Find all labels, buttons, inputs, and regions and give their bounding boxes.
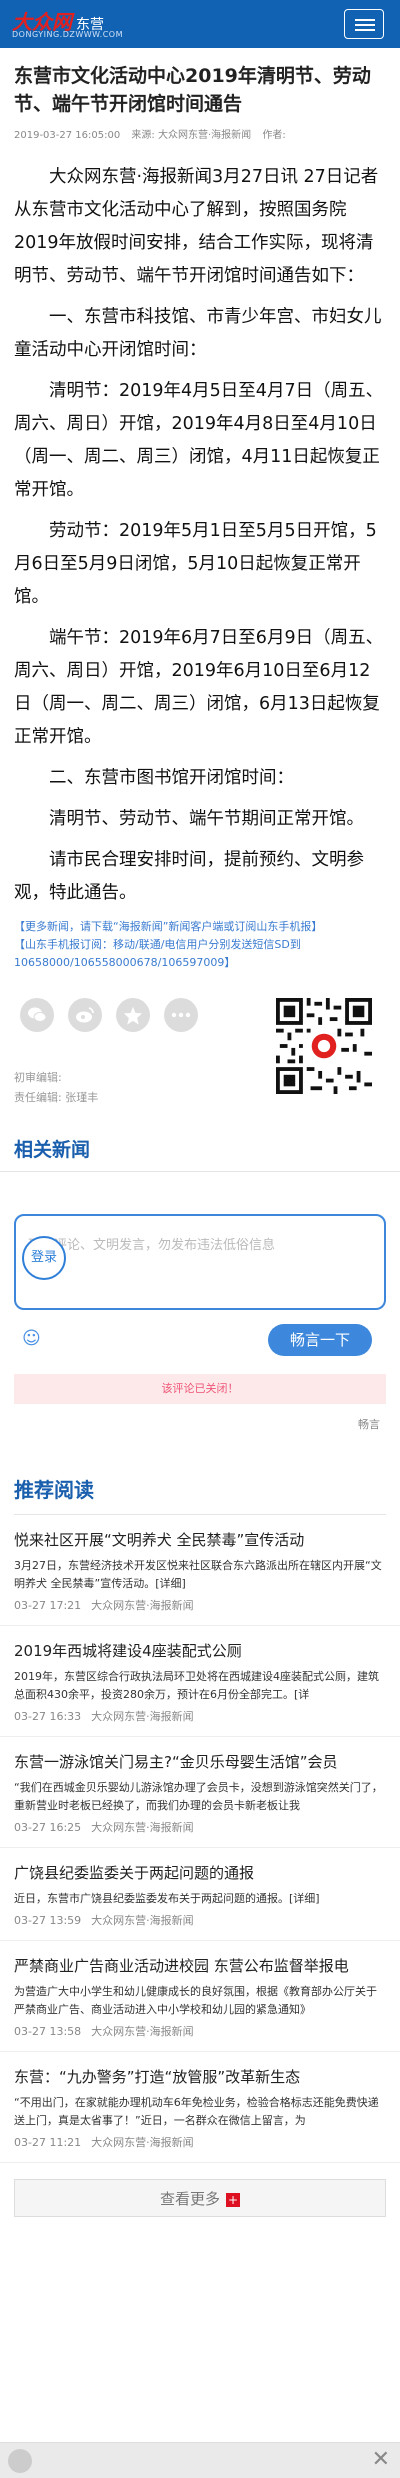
list-item[interactable]: 2019年西城将建设4座装配式公厕 2019年，东营区综合行政执法局环卫处将在西… bbox=[0, 1626, 400, 1737]
close-icon[interactable]: ✕ bbox=[372, 2447, 390, 2472]
article-paragraph: 端午节：2019年6月7日至6月9日（周五、周六、周日）开馆，2019年6月10… bbox=[14, 628, 384, 747]
list-item-meta: 03-27 11:21 大众网东营·海报新闻 bbox=[14, 2134, 386, 2150]
article-paragraph: 请市民合理安排时间，提前预约、文明参观，特此通告。 bbox=[14, 850, 364, 903]
list-item-title[interactable]: 2019年西城将建设4座装配式公厕 bbox=[14, 1640, 386, 1662]
menu-icon-bar bbox=[355, 24, 375, 26]
top-bar: 大众网 东营 DONGYING.DZWWW.COM bbox=[0, 0, 400, 48]
app-icon bbox=[8, 2449, 32, 2473]
article-meta: 2019-03-27 16:05:00 来源: 大众网东营·海报新闻 作者: bbox=[14, 126, 386, 141]
recommend-list: 悦来社区开展“文明养犬 全民禁毒”宣传活动 3月27日，东营经济技术开发区悦来社… bbox=[0, 1515, 400, 2163]
article-paragraph: 劳动节：2019年5月1日至5月5日开馆，5月6日至5月9日闭馆，5月10日起恢… bbox=[14, 521, 377, 607]
list-item-title[interactable]: 悦来社区开展“文明养犬 全民禁毒”宣传活动 bbox=[14, 1529, 386, 1551]
list-item-date: 03-27 13:59 bbox=[14, 1914, 82, 1927]
article-source: 来源: 大众网东营·海报新闻 bbox=[131, 130, 252, 141]
list-item-desc: 为营造广大中小学生和幼儿健康成长的良好氛围，根据《教育部办公厅关于严禁商业广告、… bbox=[14, 1983, 386, 2019]
article-title: 东营市文化活动中心2019年清明节、劳动节、端午节开闭馆时间通告 bbox=[14, 65, 371, 115]
plus-icon: + bbox=[226, 2192, 240, 2207]
sms-subscribe-info: 【山东手机报订阅：移动/联通/电信用户分别发送短信SD到10658000/106… bbox=[14, 938, 301, 969]
wechat-icon[interactable] bbox=[20, 998, 54, 1032]
comment-closed-notice: 该评论已关闭！ bbox=[14, 1374, 386, 1404]
list-item[interactable]: 悦来社区开展“文明养犬 全民禁毒”宣传活动 3月27日，东营经济技术开发区悦来社… bbox=[0, 1515, 400, 1626]
list-item-desc: 2019年，东营区综合行政执法局环卫处将在西城建设4座装配式公厕，建筑总面积43… bbox=[14, 1668, 386, 1704]
list-item-meta: 03-27 16:33 大众网东营·海报新闻 bbox=[14, 1708, 386, 1724]
changyan-brand[interactable]: 畅言 bbox=[14, 1416, 386, 1432]
list-item-date: 03-27 16:33 bbox=[14, 1710, 82, 1723]
detail-link[interactable]: [详细] bbox=[289, 1892, 320, 1905]
list-item-source: 大众网东营·海报新闻 bbox=[91, 2136, 194, 2149]
list-item-date: 03-27 13:58 bbox=[14, 2025, 82, 2038]
list-item[interactable]: 广饶县纪委监委关于两起问题的通报 近日，东营市广饶县纪委监委发布关于两起问题的通… bbox=[0, 1848, 400, 1941]
list-item-desc-text: 2019年，东营区综合行政执法局环卫处将在西城建设4座装配式公厕，建筑总面积43… bbox=[14, 1670, 379, 1701]
list-item-meta: 03-27 13:59 大众网东营·海报新闻 bbox=[14, 1912, 386, 1928]
list-item-title[interactable]: 东营一游泳馆关门易主?“金贝乐母婴生活馆”会员 bbox=[14, 1751, 386, 1773]
article-paragraph: 大众网东营·海报新闻3月27日讯 27日记者从东营市文化活动中心了解到，按照国务… bbox=[14, 167, 379, 286]
share-section: 初审编辑: 责任编辑: 张瑾丰 bbox=[14, 998, 386, 1108]
load-more-button[interactable]: 查看更多 + bbox=[14, 2179, 386, 2217]
detail-link[interactable]: [详细] bbox=[155, 1577, 186, 1590]
qr-code-image bbox=[276, 998, 372, 1094]
login-button[interactable]: 登录 bbox=[22, 1236, 66, 1280]
list-item-meta: 03-27 17:21 大众网东营·海报新闻 bbox=[14, 1597, 386, 1613]
list-item-source: 大众网东营·海报新闻 bbox=[91, 1599, 194, 1612]
comment-toolbar: ☺ 畅言一下 bbox=[14, 1324, 386, 1356]
list-item[interactable]: 东营：“九办警务”打造“放管服”改革新生态 “不用出门，在家就能办理机动车6年免… bbox=[0, 2052, 400, 2163]
list-item-source: 大众网东营·海报新闻 bbox=[91, 1914, 194, 1927]
article: 东营市文化活动中心2019年清明节、劳动节、端午节开闭馆时间通告 2019-03… bbox=[0, 48, 400, 1108]
comment-input[interactable]: 理性评论、文明发言，勿发布违法低俗信息 bbox=[14, 1214, 386, 1310]
article-paragraph: 一、东营市科技馆、市青少年宫、市妇女儿童活动中心开闭馆时间： bbox=[14, 307, 382, 360]
more-icon[interactable] bbox=[164, 998, 198, 1032]
responsible-editor: 责任编辑: 张瑾丰 bbox=[14, 1091, 99, 1104]
list-item-source: 大众网东营·海报新闻 bbox=[91, 2025, 194, 2038]
list-item-desc-text: “我们在西城金贝乐婴幼儿游泳馆办理了会员卡，没想到游泳馆突然关门了，重新营业时老… bbox=[14, 1781, 383, 1812]
list-item-title[interactable]: 严禁商业广告商业活动进校园 东营公布监督举报电 bbox=[14, 1955, 386, 1977]
list-item-title[interactable]: 东营：“九办警务”打造“放管服”改革新生态 bbox=[14, 2066, 386, 2088]
app-promo: 【更多新闻，请下载“海报新闻”新闻客户端或订阅山东手机报】 【山东手机报订阅：移… bbox=[14, 918, 386, 972]
recommend-heading: 推荐阅读 bbox=[14, 1478, 94, 1502]
logo-domain: DONGYING.DZWWW.COM bbox=[12, 30, 123, 39]
list-item-desc: “我们在西城金贝乐婴幼儿游泳馆办理了会员卡，没想到游泳馆突然关门了，重新营业时老… bbox=[14, 1779, 386, 1815]
list-item-desc-text: 为营造广大中小学生和幼儿健康成长的良好氛围，根据《教育部办公厅关于严禁商业广告、… bbox=[14, 1985, 377, 2016]
article-paragraph: 二、东营市图书馆开闭馆时间： bbox=[49, 768, 294, 788]
detail-link[interactable]: [详 bbox=[294, 1688, 309, 1701]
article-body: 大众网东营·海报新闻3月27日讯 27日记者从东营市文化活动中心了解到，按照国务… bbox=[14, 161, 386, 910]
emoji-icon[interactable]: ☺ bbox=[22, 1328, 41, 1349]
weibo-icon[interactable] bbox=[68, 998, 102, 1032]
list-item-date: 03-27 16:25 bbox=[14, 1821, 82, 1834]
app-promo-link[interactable]: 【更多新闻，请下载“海报新闻”新闻客户端或订阅山东手机报】 bbox=[14, 918, 386, 936]
load-more-label: 查看更多 bbox=[159, 2190, 220, 2208]
bottom-float-bar: ✕ bbox=[0, 2442, 400, 2478]
list-item[interactable]: 严禁商业广告商业活动进校园 东营公布监督举报电 为营造广大中小学生和幼儿健康成长… bbox=[0, 1941, 400, 2052]
menu-icon-bar bbox=[355, 29, 375, 31]
list-item-desc: “不用出门，在家就能办理机动车6年免检业务，检验合格标志还能免费快递送上门，真是… bbox=[14, 2094, 386, 2130]
favorite-icon[interactable] bbox=[116, 998, 150, 1032]
list-item-source: 大众网东营·海报新闻 bbox=[91, 1710, 194, 1723]
editors: 初审编辑: 责任编辑: 张瑾丰 bbox=[14, 1068, 98, 1108]
list-item[interactable]: 东营一游泳馆关门易主?“金贝乐母婴生活馆”会员 “我们在西城金贝乐婴幼儿游泳馆办… bbox=[0, 1737, 400, 1848]
list-item-date: 03-27 17:21 bbox=[14, 1599, 82, 1612]
menu-icon bbox=[355, 19, 375, 21]
list-item-desc-text: 近日，东营市广饶县纪委监委发布关于两起问题的通报。 bbox=[14, 1892, 289, 1905]
list-item-desc-text: 3月27日，东营经济技术开发区悦来社区联合东六路派出所在辖区内开展“文明养犬 全… bbox=[14, 1559, 382, 1590]
list-item-desc: 近日，东营市广饶县纪委监委发布关于两起问题的通报。[详细] bbox=[14, 1890, 386, 1908]
article-paragraph: 清明节：2019年4月5日至4月7日（周五、周六、周日）开馆，2019年4月8日… bbox=[14, 381, 384, 500]
comment-section: 登录 理性评论、文明发言，勿发布违法低俗信息 ☺ 畅言一下 该评论已关闭！ 畅言 bbox=[0, 1214, 400, 1432]
article-author: 作者: bbox=[262, 130, 286, 141]
list-item-title[interactable]: 广饶县纪委监委关于两起问题的通报 bbox=[14, 1862, 386, 1884]
list-item-desc: 3月27日，东营经济技术开发区悦来社区联合东六路派出所在辖区内开展“文明养犬 全… bbox=[14, 1557, 386, 1593]
submit-comment-button[interactable]: 畅言一下 bbox=[268, 1324, 372, 1356]
list-item-date: 03-27 11:21 bbox=[14, 2136, 82, 2149]
list-item-source: 大众网东营·海报新闻 bbox=[91, 1821, 194, 1834]
first-editor: 初审编辑: bbox=[14, 1071, 62, 1084]
list-item-desc-text: “不用出门，在家就能办理机动车6年免检业务，检验合格标志还能免费快递送上门，真是… bbox=[14, 2096, 379, 2127]
list-item-meta: 03-27 16:25 大众网东营·海报新闻 bbox=[14, 1819, 386, 1835]
menu-button[interactable] bbox=[344, 9, 384, 39]
article-paragraph: 清明节、劳动节、端午节期间正常开馆。 bbox=[49, 809, 364, 829]
related-news-heading: 相关新闻 bbox=[0, 1128, 400, 1172]
article-date: 2019-03-27 16:05:00 bbox=[14, 130, 121, 141]
list-item-meta: 03-27 13:58 大众网东营·海报新闻 bbox=[14, 2023, 386, 2039]
